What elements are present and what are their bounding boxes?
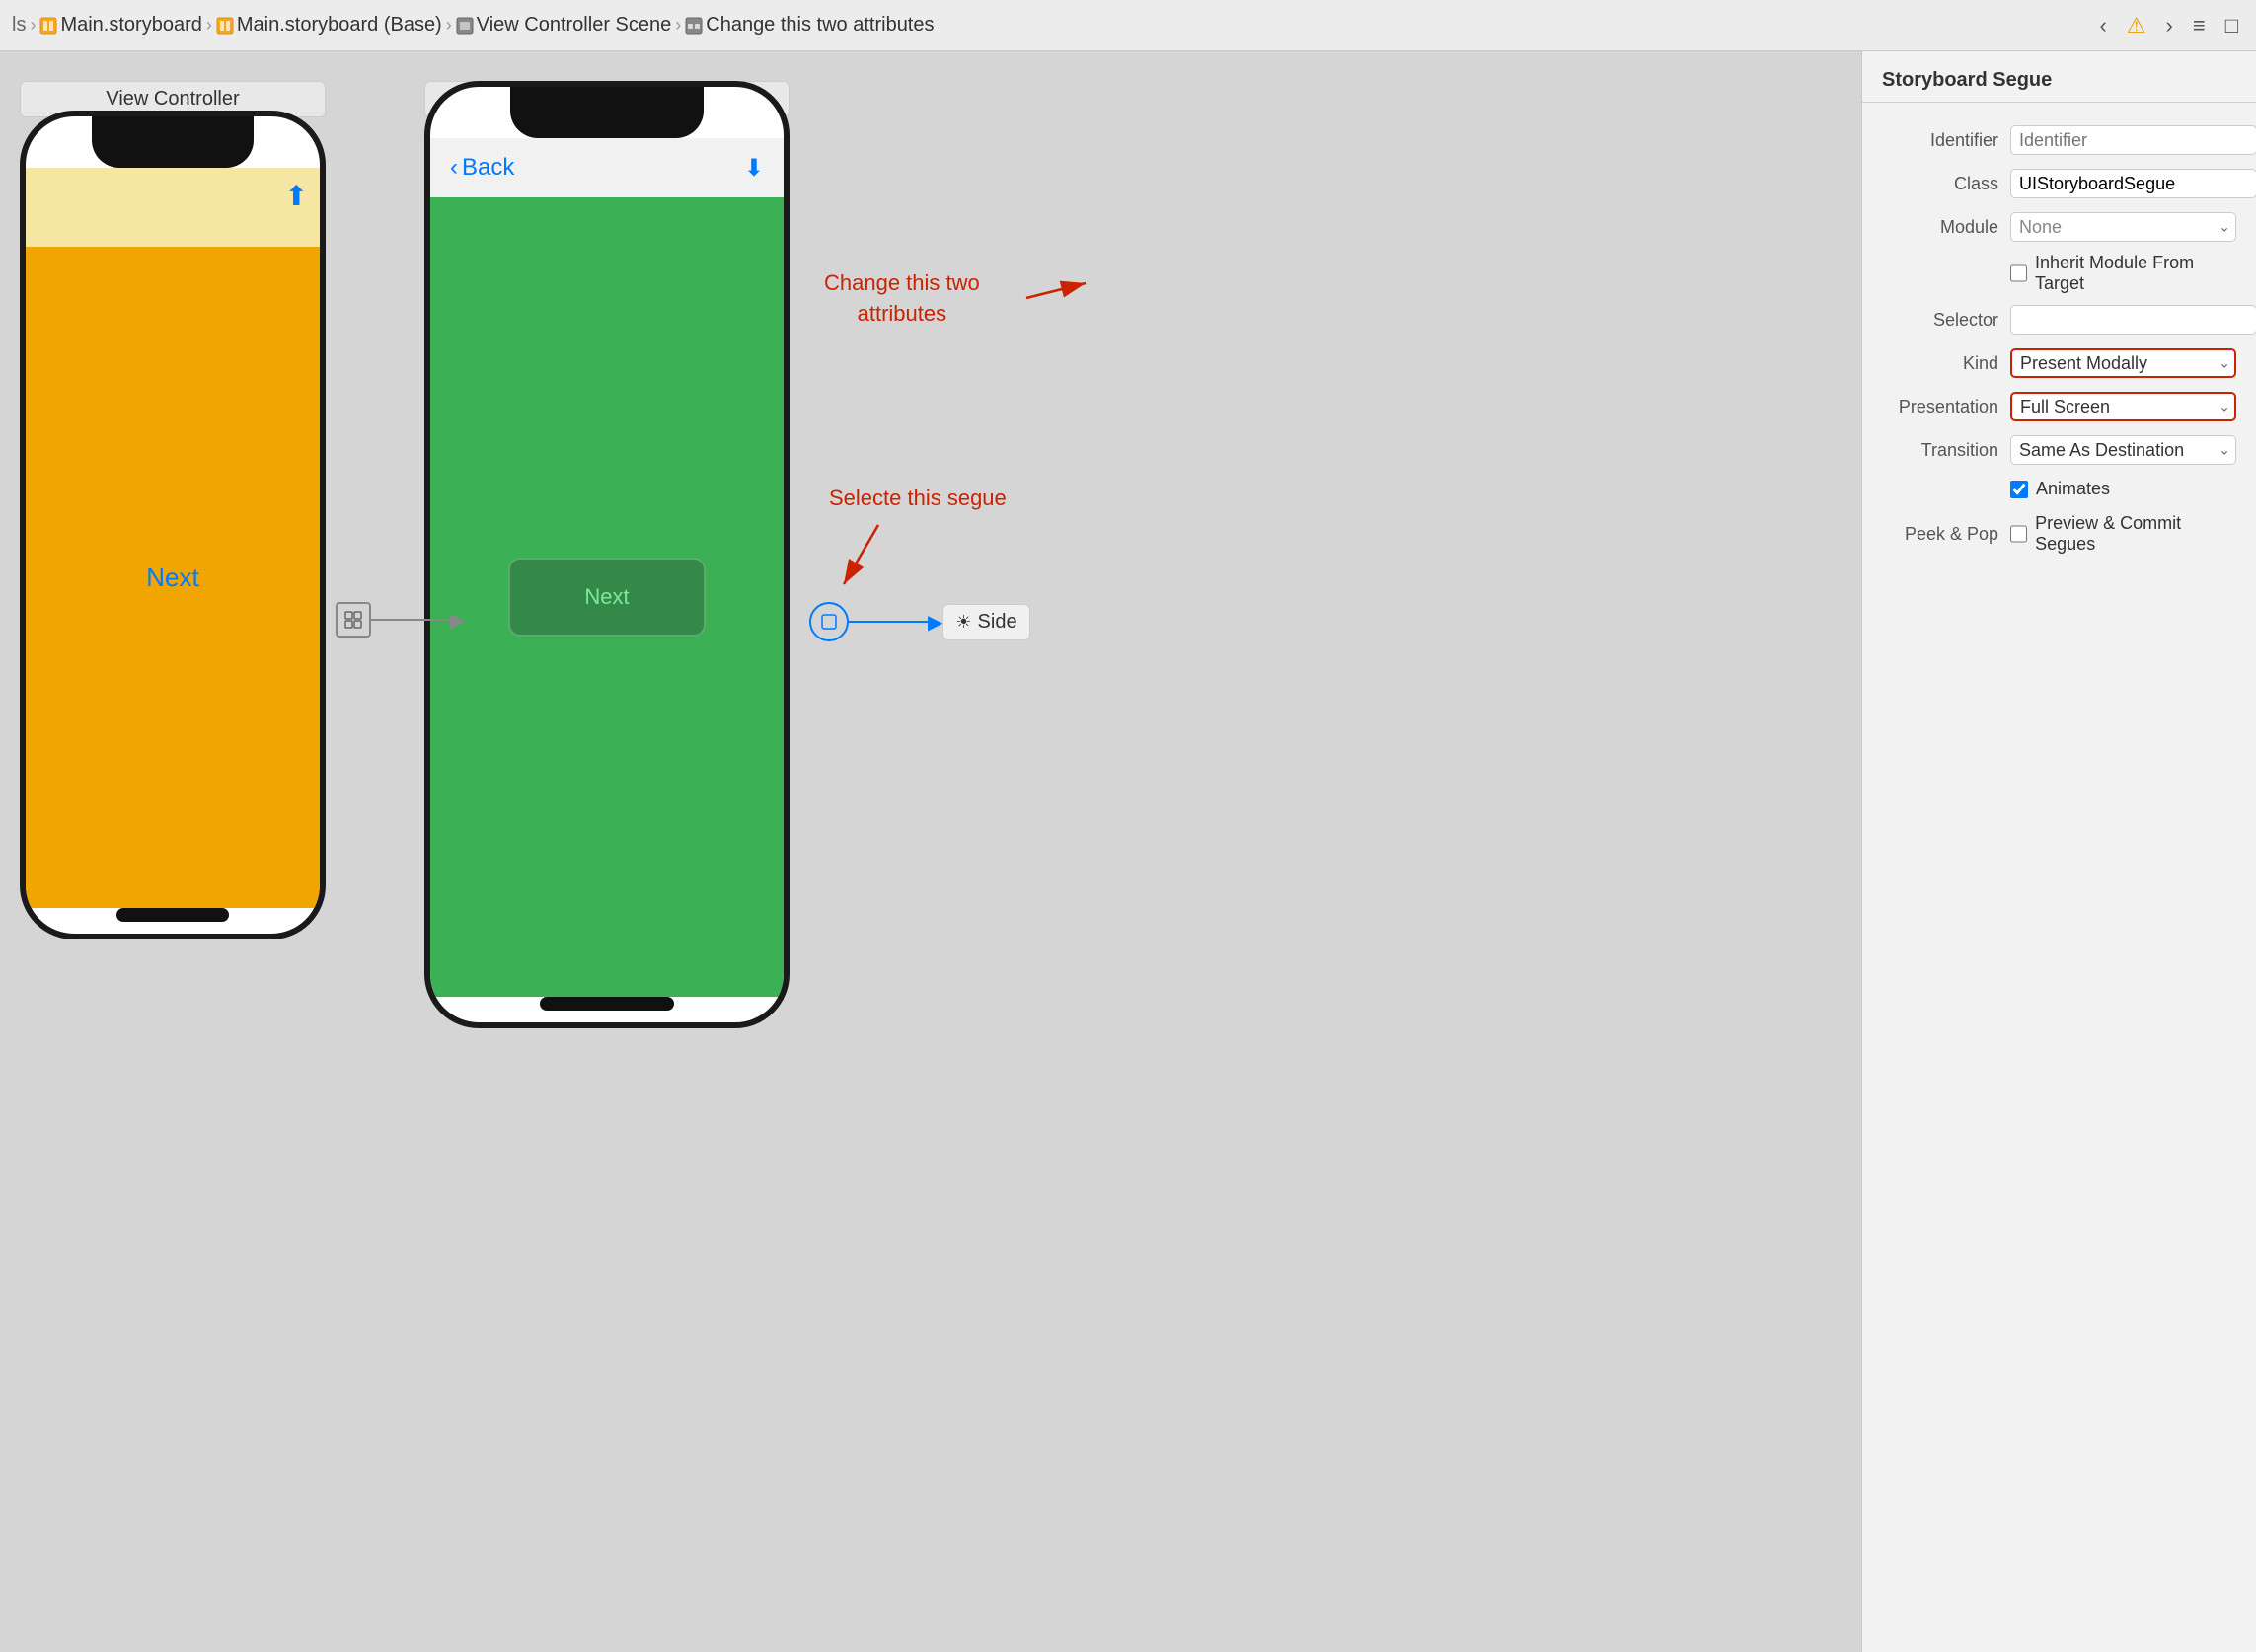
breadcrumb-sep-3: › [446,15,452,36]
inspector-row-kind: Kind Present Modally Show Show Detail Pr… [1862,341,2256,385]
annotation-select-segue: Selecte this segue [829,486,1007,511]
class-input[interactable] [2010,169,2256,198]
next-button-label: Next [584,584,629,610]
phone-center: ‹ Back ⬇ Next [424,81,790,1028]
segue-box-left[interactable] [336,602,371,638]
inherit-module-label: Inherit Module From Target [2035,253,2236,294]
nav-list-button[interactable]: ≡ [2187,9,2212,42]
phone-left-notch [92,116,254,168]
inspector-row-module: Module None [1862,205,2256,249]
phone-left-home [116,908,228,922]
breadcrumb-item-mainstoryboard-base[interactable]: Main.storyboard (Base) [216,14,442,37]
animates-checkbox[interactable] [2010,481,2028,498]
class-row: ⊕ ▶ [2010,169,2256,198]
arrow-left-center: ▶ [336,602,465,638]
transition-select-wrapper: Same As Destination Default Flip Horizon… [2010,435,2236,465]
main-area: View Controller ⬆ Next View Controller [0,51,2256,1652]
side-icon: ☀ [955,612,971,633]
breadcrumb: ls › Main.storyboard › Main.storyboard (… [12,14,935,37]
back-button[interactable]: ‹ Back [450,154,514,182]
phone-left-yellow-top: ⬆ [26,168,320,247]
kind-select[interactable]: Present Modally Show Show Detail Present… [2010,348,2236,378]
arrow-line-blue [849,621,928,623]
inspector-row-presentation: Presentation Full Screen Automatic Page … [1862,385,2256,428]
phone-left-orange: Next [26,247,320,908]
selector-input[interactable] [2010,305,2256,335]
segue-circle-icon [818,611,840,633]
inspector-label-transition: Transition [1882,440,2010,461]
side-label: Side [978,611,1017,634]
download-icon[interactable]: ⬇ [744,154,764,183]
animates-label: Animates [2036,479,2110,499]
inspector-body: Identifier Class ⊕ ▶ Module None [1862,103,2256,1652]
top-bar: ls › Main.storyboard › Main.storyboard (… [0,0,2256,51]
nav-square-button[interactable]: □ [2219,9,2244,42]
nav-warning-button[interactable]: ⚠ [2121,9,2152,42]
annotation-change-attributes: Change this twoattributes [824,268,980,330]
transition-select[interactable]: Same As Destination Default Flip Horizon… [2010,435,2236,465]
module-select[interactable]: None [2010,212,2236,242]
breadcrumb-sep-4: › [675,15,681,36]
scene-icon [456,17,474,35]
arrow-head-blue: ▶ [928,610,942,635]
inspector-label-class: Class [1882,174,2010,194]
back-text: Back [462,154,514,182]
phone-nav-bar: ‹ Back ⬇ [430,138,784,197]
animates-row: Animates [1862,472,2256,506]
back-chevron: ‹ [450,154,458,182]
breadcrumb-item-mainstoryboard[interactable]: Main.storyboard [39,14,201,37]
nav-forward-button[interactable]: › [2160,9,2179,42]
nav-buttons: ‹ ⚠ › ≡ □ [2093,9,2244,42]
identifier-input[interactable] [2010,125,2256,155]
breadcrumb-item-segue[interactable]: Change this two attributes [685,14,934,37]
inherit-module-row: Inherit Module From Target [1862,249,2256,298]
phone-center-home [540,997,674,1011]
inspector-label-presentation: Presentation [1882,397,2010,417]
next-button-green[interactable]: Next [508,558,706,637]
kind-select-wrapper: Present Modally Show Show Detail Present… [2010,348,2236,378]
peek-pop-checkbox[interactable] [2010,525,2027,543]
arrow-head-left: ▶ [450,608,465,633]
inspector-row-transition: Transition Same As Destination Default F… [1862,428,2256,472]
peek-pop-row: Peek & Pop Preview & Commit Segues [1862,506,2256,562]
canvas-area[interactable]: View Controller ⬆ Next View Controller [0,51,1861,1652]
segue-circle[interactable] [809,602,849,641]
peek-pop-text: Preview & Commit Segues [2035,513,2236,555]
storyboard-base-icon [216,17,234,35]
breadcrumb-sep-2: › [206,15,212,36]
inspector-label-selector: Selector [1882,310,2010,331]
side-badge: ☀ Side [942,604,1029,640]
module-select-wrapper: None [2010,212,2236,242]
phone-left: ⬆ Next [20,111,326,939]
peek-pop-label: Peek & Pop [1882,524,2010,545]
inherit-module-checkbox[interactable] [2010,264,2027,282]
inspector-label-kind: Kind [1882,353,2010,374]
inspector-label-module: Module [1882,217,2010,238]
inspector-row-selector: Selector [1862,298,2256,341]
phone-center-body: Next [430,197,784,997]
presentation-select-wrapper: Full Screen Automatic Page Sheet Form Sh… [2010,392,2236,421]
share-icon[interactable]: ⬆ [285,180,308,212]
phone-center-notch [510,87,705,138]
presentation-select[interactable]: Full Screen Automatic Page Sheet Form Sh… [2010,392,2236,421]
arrow-center-side: ▶ ☀ Side [809,602,1030,641]
inspector-row-identifier: Identifier [1862,118,2256,162]
breadcrumb-item-ls[interactable]: ls [12,14,26,37]
segue-icon [685,17,703,35]
next-label-left: Next [146,563,198,593]
storyboard-icon [39,17,57,35]
inspector-label-identifier: Identifier [1882,130,2010,151]
segue-box-icon [343,610,363,630]
inspector-row-class: Class ⊕ ▶ [1862,162,2256,205]
breadcrumb-sep-1: › [30,15,36,36]
breadcrumb-item-scene[interactable]: View Controller Scene [456,14,672,37]
inspector-panel: Storyboard Segue Identifier Class ⊕ ▶ Mo… [1861,51,2256,1652]
nav-back-button[interactable]: ‹ [2093,9,2112,42]
arrow-line-left [371,619,450,621]
inspector-header: Storyboard Segue [1862,51,2256,103]
inspector-title: Storyboard Segue [1882,69,2052,91]
